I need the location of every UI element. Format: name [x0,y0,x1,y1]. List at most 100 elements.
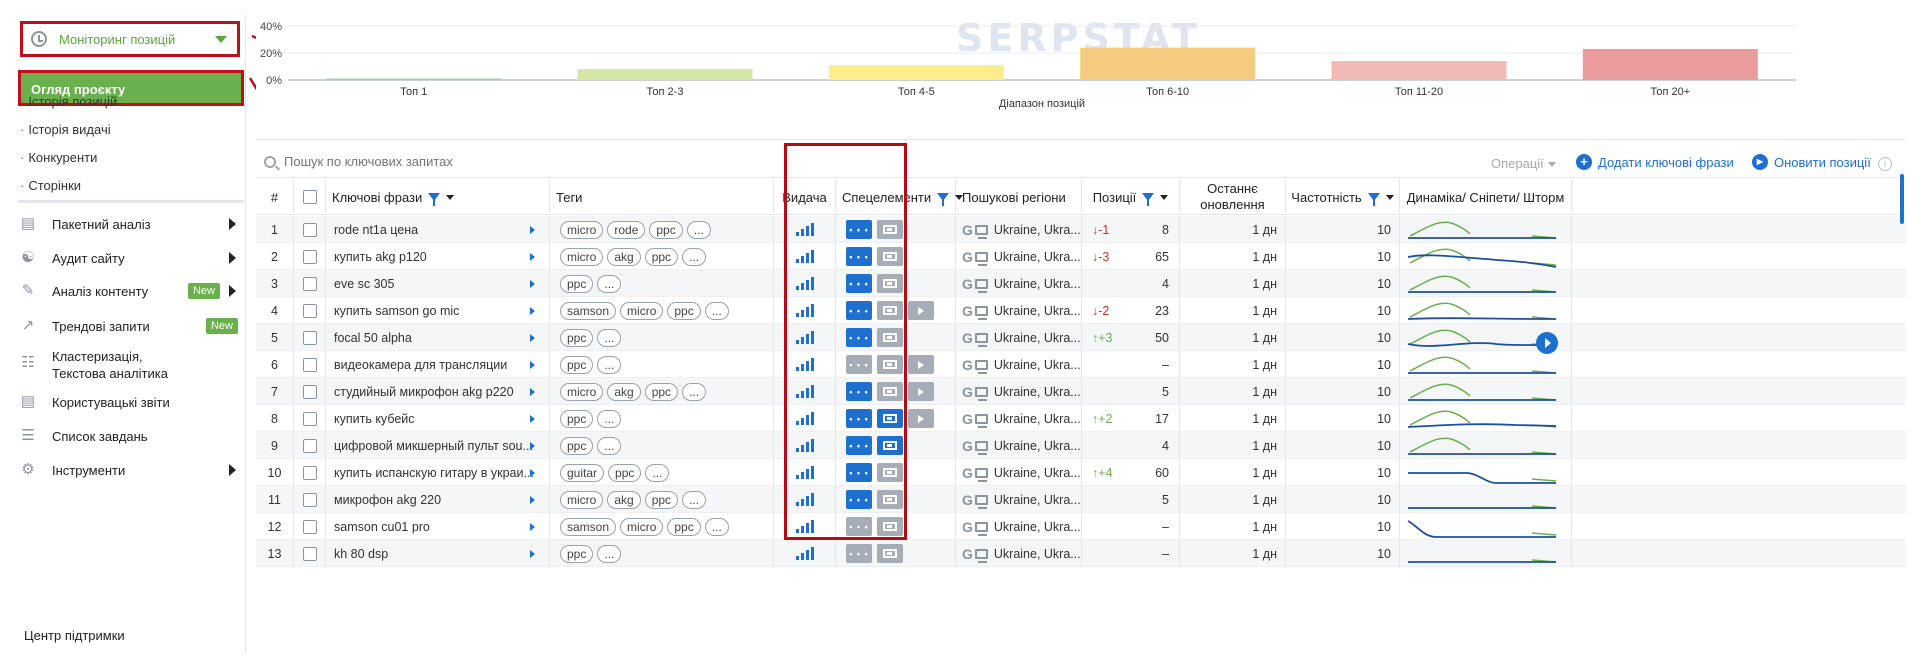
keyword-text[interactable]: kh 80 dsp [334,547,388,561]
chevron-right-icon[interactable] [530,414,535,423]
cards-icon[interactable] [877,382,903,401]
chevron-right-icon[interactable] [530,306,535,315]
operations-dropdown[interactable]: Операції [1491,156,1556,171]
chevron-right-icon[interactable] [530,279,535,288]
cell-keyword[interactable]: цифровой микшерный пульт sou... [326,432,550,459]
tag-pill[interactable]: akg [607,490,641,509]
cards-icon[interactable] [877,544,903,563]
tag-pill[interactable]: ... [686,220,711,239]
cell-keyword[interactable]: микрофон akg 220 [326,486,550,513]
serp-bars-icon[interactable] [795,520,814,533]
chevron-right-icon[interactable] [530,225,535,234]
cell-serp[interactable] [774,243,836,270]
cards-icon[interactable] [877,463,903,482]
cell-serp[interactable] [774,459,836,486]
sidebar-item-custom-reports[interactable]: ▤ Користувацькі звіти [18,394,242,410]
snippet-dots-icon[interactable]: • • • [846,220,872,239]
tag-pill[interactable]: ppc [560,274,594,293]
snippet-dots-icon[interactable]: • • • [846,328,872,347]
side-panel-toggle[interactable] [1536,332,1558,354]
cell-keyword[interactable]: kh 80 dsp [326,540,550,567]
row-checkbox[interactable] [302,411,317,426]
tag-pill[interactable]: micro [560,220,604,239]
keyword-text[interactable]: видеокамера для трансляции [334,358,507,372]
sidebar-item-clustering[interactable]: ☷ Кластеризація, Текстова аналітика [18,348,242,382]
tag-pill[interactable]: rode [607,220,646,239]
tag-pill[interactable]: ppc [560,355,594,374]
tag-pill[interactable]: micro [560,382,604,401]
tag-pill[interactable]: ... [597,274,622,293]
tag-pill[interactable]: samson [560,517,617,536]
refresh-positions-button[interactable]: ▶ Оновити позиції [1752,154,1871,170]
row-checkbox[interactable] [302,384,317,399]
row-checkbox[interactable] [302,330,317,345]
cell-dynamics[interactable] [1400,432,1572,459]
sidebar-item-site-audit[interactable]: ☯ Аудит сайту [18,250,242,266]
chevron-right-icon[interactable] [530,441,535,450]
tag-pill[interactable]: ppc [644,382,679,401]
tag-pill[interactable]: samson [560,301,617,320]
snippet-dots-icon[interactable]: • • • [846,301,872,320]
keyword-text[interactable]: eve sc 305 [334,277,394,291]
tag-pill[interactable]: guitar [560,463,605,482]
filter-icon[interactable] [937,193,950,206]
sidebar-item-task-list[interactable]: ☰ Список завдань [18,428,242,444]
tag-pill[interactable]: ... [597,436,622,455]
tag-pill[interactable]: micro [620,301,664,320]
tag-pill[interactable]: ppc [560,544,594,563]
keyword-text[interactable]: купить испанскую гитару в украи... [334,466,534,480]
snippet-dots-icon[interactable]: • • • [846,463,872,482]
chevron-right-icon[interactable] [530,387,535,396]
tag-pill[interactable]: micro [560,247,604,266]
tag-pill[interactable]: micro [620,517,664,536]
table-row[interactable]: 4 купить samson go mic samson micro ppc... • … [256,297,1906,324]
sidebar-item-serp-history[interactable]: Історія видачі [20,122,110,137]
snippet-dots-icon[interactable]: • • • [846,274,872,293]
cards-icon[interactable] [877,274,903,293]
serp-bars-icon[interactable] [795,412,814,425]
scrollbar[interactable] [1900,174,1904,224]
cell-serp[interactable] [774,324,836,351]
cards-icon[interactable] [877,517,903,536]
serp-bars-icon[interactable] [795,466,814,479]
chevron-down-icon[interactable] [446,194,455,200]
table-row[interactable]: 13 kh 80 dsp ppc... • • • G Ukraine, Ukra... –… [256,540,1906,567]
table-row[interactable]: 12 samson cu01 pro samson micro ppc... • • • G… [256,513,1906,540]
cell-serp[interactable] [774,297,836,324]
filter-icon[interactable] [428,193,441,206]
cell-dynamics[interactable] [1400,513,1572,540]
keyword-text[interactable]: focal 50 alpha [334,331,412,345]
video-icon[interactable] [908,355,934,374]
cell-keyword[interactable]: купить кубейс [326,405,550,432]
cards-icon[interactable] [877,490,903,509]
tag-pill[interactable]: ppc [649,220,683,239]
tag-pill[interactable]: ppc [560,409,594,428]
table-row[interactable]: 5 focal 50 alpha ppc... • • • G Ukraine, Ukra… [256,324,1906,351]
chevron-right-icon[interactable] [530,522,535,531]
cell-serp[interactable] [774,351,836,378]
video-icon[interactable] [908,301,934,320]
table-row[interactable]: 2 купить akg p120 micro akg ppc... • • • G Ukra… [256,243,1906,270]
row-checkbox[interactable] [302,303,317,318]
filter-icon[interactable] [1142,193,1155,206]
cell-dynamics[interactable] [1400,540,1572,567]
snippet-dots-icon[interactable]: • • • [846,355,872,374]
tag-pill[interactable]: akg [607,382,641,401]
cell-serp[interactable] [774,378,836,405]
keyword-text[interactable]: купить akg p120 [334,250,427,264]
row-checkbox[interactable] [302,222,317,237]
col-keywords[interactable]: Ключові фрази [326,179,550,215]
snippet-dots-icon[interactable]: • • • [846,247,872,266]
cell-serp[interactable] [774,216,836,243]
chevron-down-icon[interactable] [1160,194,1169,200]
table-row[interactable]: 10 купить испанскую гитару в украи... guit… [256,459,1906,486]
serp-bars-icon[interactable] [795,277,814,290]
serp-bars-icon[interactable] [795,250,814,263]
cell-keyword[interactable]: студийный микрофон akg p220 [326,378,550,405]
dynamics-sparkline[interactable] [1406,378,1562,405]
keyword-text[interactable]: цифровой микшерный пульт sou... [334,439,533,453]
keyword-text[interactable]: rode nt1a цена [334,223,418,237]
cards-icon[interactable] [877,328,903,347]
tag-pill[interactable]: ... [597,328,622,347]
video-icon[interactable] [908,409,934,428]
